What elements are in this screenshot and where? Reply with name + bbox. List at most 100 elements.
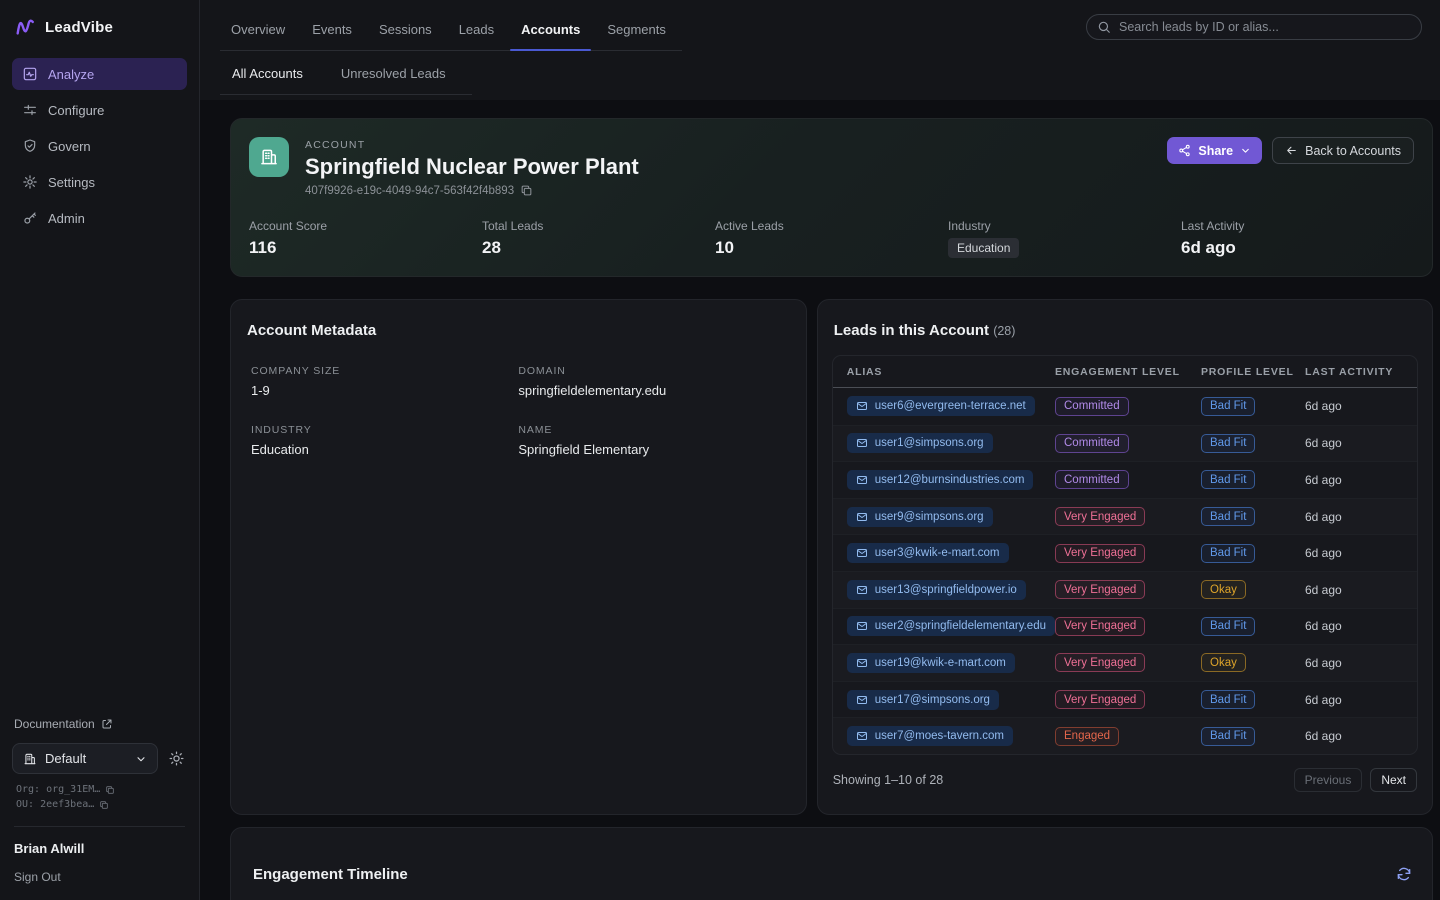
sidebar-item-configure[interactable]: Configure [12,94,187,126]
table-row[interactable]: user17@simpsons.org Very Engaged Bad Fit… [833,681,1417,718]
back-label: Back to Accounts [1305,144,1401,158]
profile-level-badge: Bad Fit [1201,507,1255,526]
lead-alias-chip[interactable]: user7@moes-tavern.com [847,726,1013,746]
sidebar-item-label: Analyze [48,67,94,82]
meta-value: Springfield Elementary [518,442,785,457]
sidebar-nav: Analyze Configure Govern [0,52,199,240]
sidebar-item-settings[interactable]: Settings [12,166,187,198]
col-alias: ALIAS [847,366,1055,378]
envelope-icon [856,694,868,706]
refresh-icon[interactable] [1396,866,1412,882]
sidebar-item-govern[interactable]: Govern [12,130,187,162]
lead-alias-chip[interactable]: user2@springfieldelementary.edu [847,616,1055,636]
table-row[interactable]: user13@springfieldpower.io Very Engaged … [833,571,1417,608]
last-activity-value: 6d ago [1305,510,1403,524]
search-input[interactable] [1086,14,1422,40]
engagement-level-badge: Very Engaged [1055,544,1145,563]
subtab-unresolved-leads[interactable]: Unresolved Leads [329,60,458,94]
last-activity-value: 6d ago [1305,619,1403,633]
last-activity-value: 6d ago [1305,693,1403,707]
envelope-icon [856,474,868,486]
profile-level-badge: Bad Fit [1201,470,1255,489]
key-icon [22,210,38,226]
lead-alias-chip[interactable]: user12@burnsindustries.com [847,470,1034,490]
user-name: Brian Alwill [12,839,187,870]
copy-icon[interactable] [520,184,533,197]
profile-level-badge: Bad Fit [1201,617,1255,636]
stat-label: Last Activity [1181,219,1414,233]
envelope-icon [856,657,868,669]
sidebar-item-admin[interactable]: Admin [12,202,187,234]
tab-events[interactable]: Events [301,14,363,50]
theme-toggle-sun-icon[interactable] [166,748,187,769]
share-label: Share [1198,144,1233,158]
lead-alias-chip[interactable]: user3@kwik-e-mart.com [847,543,1009,563]
table-row[interactable]: user1@simpsons.org Committed Bad Fit 6d … [833,425,1417,462]
table-row[interactable]: user6@evergreen-terrace.net Committed Ba… [833,388,1417,425]
top-bar: Overview Events Sessions Leads Accounts … [200,0,1440,100]
sidebar-item-analyze[interactable]: Analyze [12,58,187,90]
profile-level-badge: Okay [1201,580,1246,599]
envelope-icon [856,511,868,523]
stat-label: Active Leads [715,219,948,233]
profile-level-badge: Bad Fit [1201,434,1255,453]
lead-alias-chip[interactable]: user6@evergreen-terrace.net [847,396,1035,416]
leads-panel-title: Leads in this Account (28) [832,314,1418,339]
lead-alias-chip[interactable]: user9@simpsons.org [847,507,993,527]
copy-icon[interactable] [105,785,115,795]
stat-label: Total Leads [482,219,715,233]
stat-value: 10 [715,238,948,258]
share-button[interactable]: Share [1167,137,1262,164]
environment-select[interactable]: Default [12,743,158,774]
lead-alias-chip[interactable]: user19@kwik-e-mart.com [847,653,1015,673]
lead-alias: user13@springfieldpower.io [875,584,1017,596]
engagement-timeline-panel: Engagement Timeline [230,827,1433,900]
back-to-accounts-button[interactable]: Back to Accounts [1272,137,1414,164]
tab-overview[interactable]: Overview [220,14,296,50]
chevron-down-icon [1240,145,1251,156]
account-kicker: ACCOUNT [305,137,639,151]
profile-level-badge: Bad Fit [1201,727,1255,746]
table-row[interactable]: user2@springfieldelementary.edu Very Eng… [833,608,1417,645]
stat-value: 28 [482,238,715,258]
meta-value: 1-9 [251,383,518,398]
engagement-level-badge: Very Engaged [1055,617,1145,636]
secondary-tabs: All Accounts Unresolved Leads [220,60,472,95]
chevron-down-icon [135,753,147,765]
leads-title-text: Leads in this Account [834,322,989,339]
tab-leads[interactable]: Leads [448,14,505,50]
tab-sessions[interactable]: Sessions [368,14,443,50]
engagement-level-badge: Committed [1055,397,1129,416]
next-page-button[interactable]: Next [1370,768,1417,792]
engagement-level-badge: Very Engaged [1055,690,1145,709]
stat-active-leads: Active Leads 10 [715,219,948,258]
last-activity-value: 6d ago [1305,546,1403,560]
lead-alias-chip[interactable]: user13@springfieldpower.io [847,580,1026,600]
documentation-label: Documentation [14,717,95,731]
table-row[interactable]: user9@simpsons.org Very Engaged Bad Fit … [833,498,1417,535]
subtab-all-accounts[interactable]: All Accounts [220,60,315,94]
stat-industry: Industry Education [948,219,1181,258]
leads-count: (28) [993,324,1015,338]
previous-page-button[interactable]: Previous [1294,768,1363,792]
meta-field-name: NAME Springfield Elementary [518,424,785,457]
engagement-level-badge: Committed [1055,434,1129,453]
copy-icon[interactable] [99,800,109,810]
table-row[interactable]: user12@burnsindustries.com Committed Bad… [833,461,1417,498]
table-row[interactable]: user7@moes-tavern.com Engaged Bad Fit 6d… [833,717,1417,754]
table-row[interactable]: user3@kwik-e-mart.com Very Engaged Bad F… [833,534,1417,571]
external-link-icon [101,718,113,730]
documentation-link[interactable]: Documentation [12,713,187,743]
building-icon [23,752,37,766]
meta-label: DOMAIN [518,365,785,377]
lead-alias-chip[interactable]: user1@simpsons.org [847,433,993,453]
tab-segments[interactable]: Segments [596,14,677,50]
meta-label: COMPANY SIZE [251,365,518,377]
table-row[interactable]: user19@kwik-e-mart.com Very Engaged Okay… [833,644,1417,681]
account-stats: Account Score 116 Total Leads 28 Active … [249,219,1414,258]
sign-out-link[interactable]: Sign Out [12,870,187,884]
lead-alias: user1@simpsons.org [875,437,984,449]
tab-accounts[interactable]: Accounts [510,14,591,50]
stat-last-activity: Last Activity 6d ago [1181,219,1414,258]
lead-alias-chip[interactable]: user17@simpsons.org [847,690,999,710]
